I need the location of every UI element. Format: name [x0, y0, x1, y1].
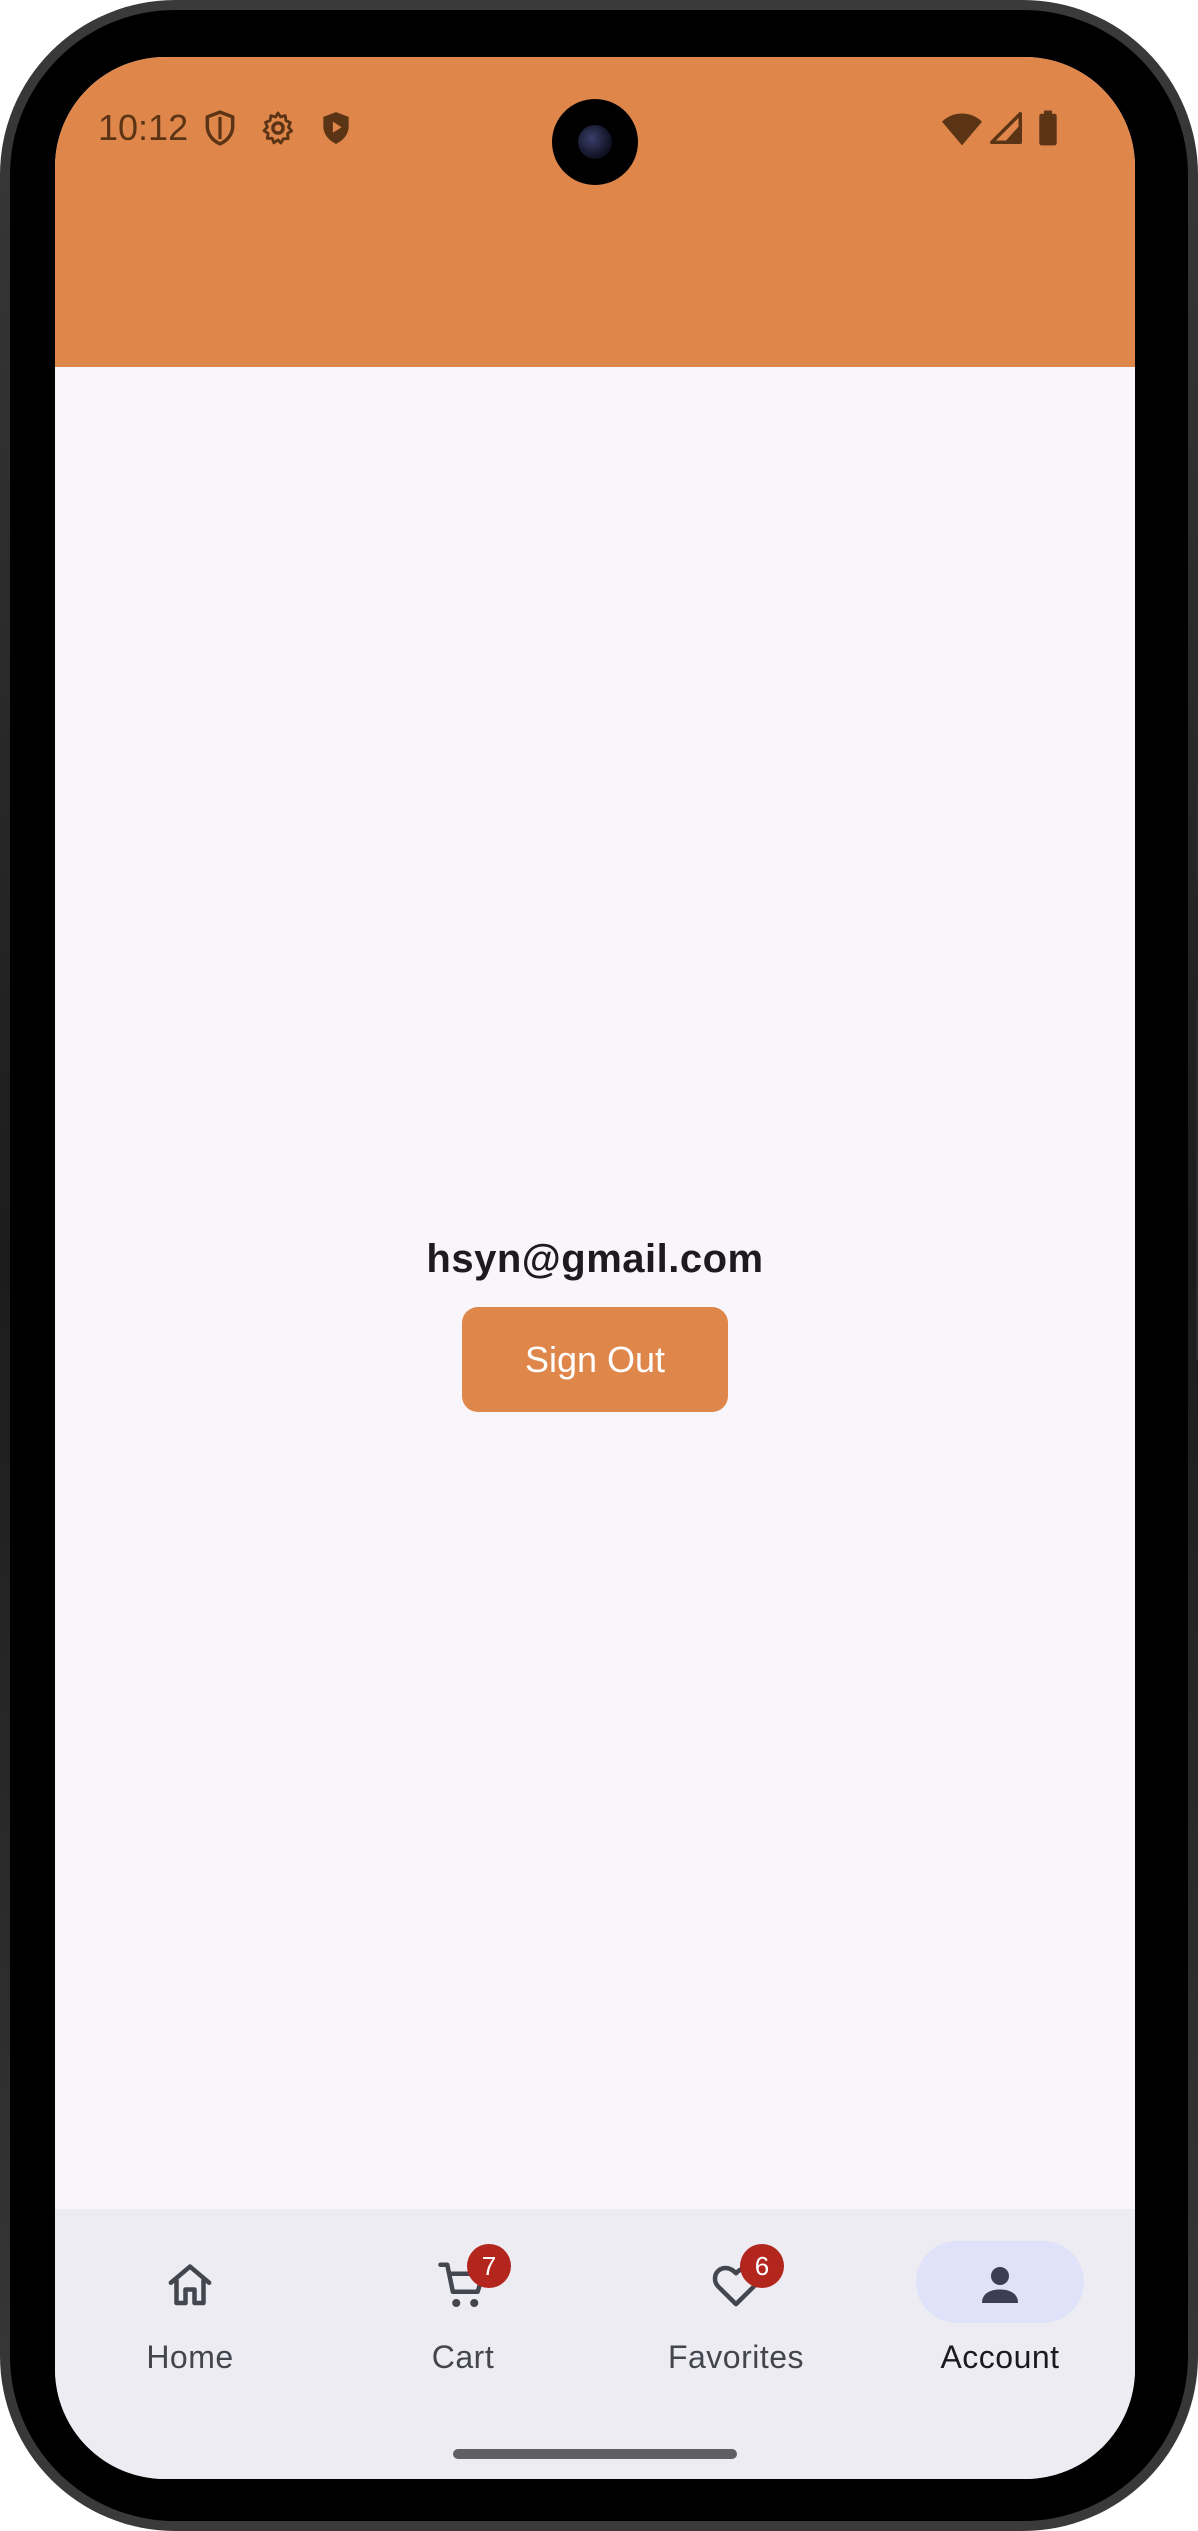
- home-icon: [168, 2264, 212, 2306]
- front-camera: [552, 99, 638, 185]
- status-time: 10:12: [98, 107, 189, 148]
- nav-item-home[interactable]: Home: [55, 2209, 325, 2409]
- phone-frame: 10:12 hsyn@gmail.com Sign Out Home 7 Car…: [0, 0, 1198, 2531]
- nav-label-cart: Cart: [431, 2339, 495, 2375]
- nav-item-account[interactable]: Account: [865, 2209, 1135, 2409]
- cart-badge: 7: [467, 2244, 511, 2288]
- favorites-badge: 6: [740, 2244, 784, 2288]
- account-content: hsyn@gmail.com Sign Out: [55, 367, 1135, 2267]
- screen: 10:12 hsyn@gmail.com Sign Out Home 7 Car…: [55, 57, 1135, 2479]
- wifi-icon: [942, 113, 982, 146]
- sign-out-button[interactable]: Sign Out: [462, 1307, 728, 1412]
- gear-icon: [262, 111, 294, 145]
- person-icon: [982, 2267, 1018, 2303]
- shield-outline-icon: [205, 110, 235, 146]
- user-email: hsyn@gmail.com: [426, 1237, 764, 1281]
- battery-icon: [1039, 110, 1057, 146]
- nav-item-cart[interactable]: 7 Cart: [328, 2209, 598, 2409]
- shield-play-icon: [323, 112, 349, 144]
- cell-signal-icon: [990, 112, 1022, 144]
- bottom-navigation: Home 7 Cart 6 Favorites Account: [55, 2209, 1135, 2479]
- gesture-bar[interactable]: [453, 2449, 737, 2459]
- nav-item-favorites[interactable]: 6 Favorites: [601, 2209, 871, 2409]
- nav-label-favorites: Favorites: [667, 2339, 805, 2375]
- nav-label-account: Account: [940, 2339, 1060, 2375]
- nav-label-home: Home: [146, 2339, 234, 2375]
